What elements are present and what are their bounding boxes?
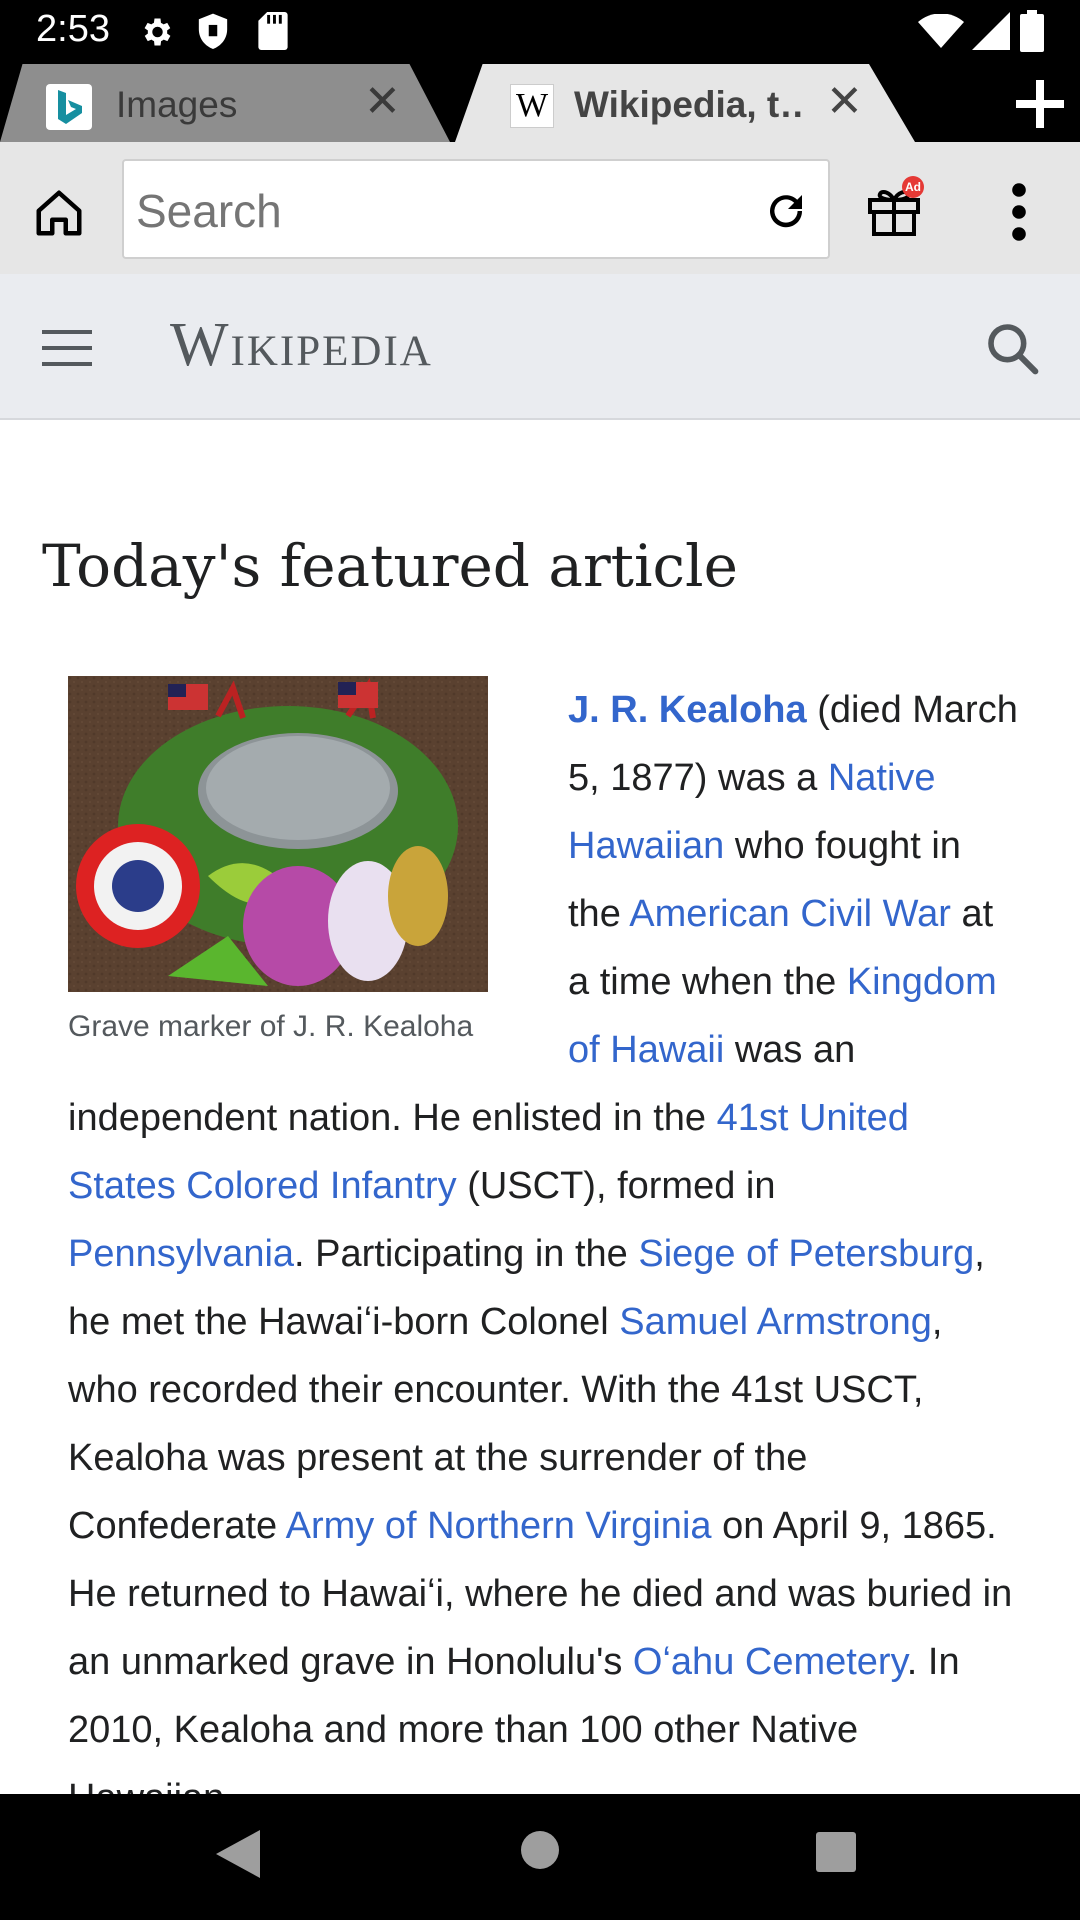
home-icon[interactable] xyxy=(32,186,86,240)
image-caption: Grave marker of J. R. Kealoha xyxy=(68,1010,474,1043)
status-time: 2:53 xyxy=(36,8,110,50)
recents-icon[interactable] xyxy=(816,1832,856,1872)
article-content: Today's featured article Grave marker of… xyxy=(0,420,1080,1794)
sd-card-icon xyxy=(258,12,288,50)
wikipedia-header xyxy=(0,274,1080,420)
article-text: . Participating in the xyxy=(294,1233,639,1275)
shield-icon xyxy=(198,13,228,50)
tab-images-close-icon[interactable]: ✕ xyxy=(364,80,401,124)
link-siege-of-petersburg[interactable]: Siege of Petersburg xyxy=(638,1233,974,1275)
gift-button[interactable]: Ad xyxy=(866,176,926,242)
reload-icon[interactable] xyxy=(762,187,810,235)
tab-images-title: Images xyxy=(116,84,238,125)
settings-icon xyxy=(144,18,171,46)
ad-badge: Ad xyxy=(902,176,924,198)
wikipedia-icon: W xyxy=(510,84,554,128)
link-american-civil-war[interactable]: American Civil War xyxy=(629,893,951,935)
new-tab-icon[interactable] xyxy=(1016,80,1064,128)
wikipedia-logo[interactable]: Wikipedia xyxy=(170,310,433,381)
link-j-r-kealoha[interactable]: J. R. Kealoha xyxy=(568,689,807,731)
status-bar: 2:53 xyxy=(0,0,1080,62)
hamburger-menu-icon[interactable] xyxy=(42,328,92,368)
battery-icon xyxy=(1020,10,1044,52)
link-oahu-cemetery[interactable]: Oʻahu Cemetery xyxy=(633,1641,907,1683)
link-samuel-armstrong[interactable]: Samuel Armstrong xyxy=(619,1301,932,1343)
back-icon[interactable] xyxy=(216,1830,260,1878)
thumbnail-figure: Grave marker of J. R. Kealoha xyxy=(68,676,508,1048)
page-heading: Today's featured article xyxy=(42,532,738,600)
system-nav-bar xyxy=(0,1794,1080,1920)
article-body: Grave marker of J. R. Kealoha J. R. Keal… xyxy=(68,676,1018,1794)
tab-wikipedia-title: Wikipedia, t… xyxy=(574,84,804,125)
link-army-of-northern-virginia[interactable]: Army of Northern Virginia xyxy=(286,1505,712,1547)
search-icon[interactable] xyxy=(984,320,1040,376)
search-input[interactable] xyxy=(136,183,736,239)
grave-marker-image[interactable] xyxy=(68,676,488,992)
article-text: (USCT), formed in xyxy=(456,1165,776,1207)
link-pennsylvania[interactable]: Pennsylvania xyxy=(68,1233,294,1275)
search-bar[interactable] xyxy=(122,159,830,259)
home-nav-icon[interactable] xyxy=(520,1830,560,1870)
bing-icon xyxy=(46,84,92,130)
tab-wikipedia-close-icon[interactable]: ✕ xyxy=(826,80,863,124)
more-options-icon[interactable] xyxy=(1004,182,1034,242)
wifi-icon xyxy=(918,14,964,48)
signal-icon xyxy=(972,12,1010,50)
